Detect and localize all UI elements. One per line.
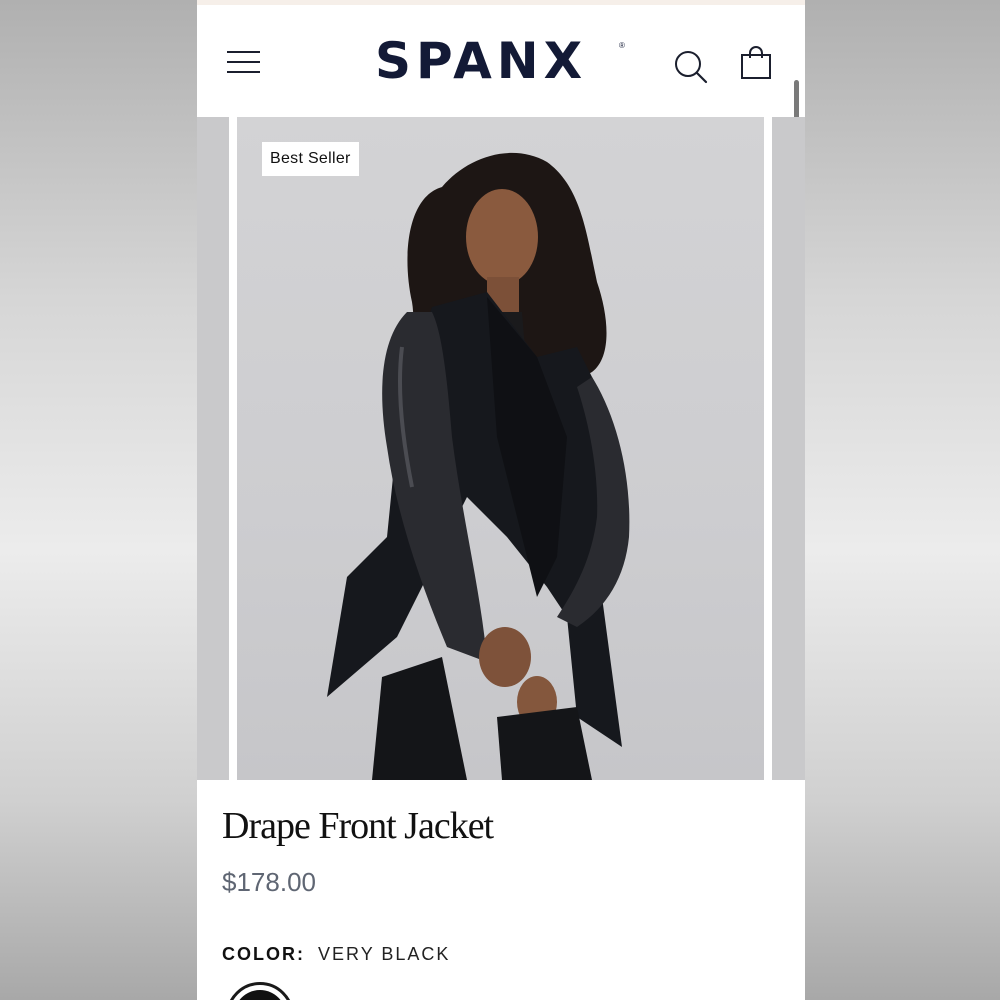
color-selection-label: COLOR: VERY BLACK [222, 942, 450, 966]
background-right-blur [805, 0, 1000, 1000]
registered-mark: ® [619, 41, 625, 50]
next-slide-peek[interactable] [772, 117, 805, 780]
product-title: Drape Front Jacket [222, 805, 494, 847]
product-image-carousel[interactable]: Best Seller [197, 117, 805, 780]
brand-logo[interactable]: SPANX [375, 31, 587, 91]
color-label: COLOR: [222, 944, 305, 964]
model-photo [327, 152, 630, 780]
product-price: $178.00 [222, 867, 316, 897]
search-icon[interactable] [673, 49, 709, 85]
hamburger-menu-icon[interactable] [227, 49, 261, 75]
mobile-product-page: SPANX ® Best Seller Drape Front Jacket $… [197, 0, 805, 1000]
site-header: SPANX ® [197, 5, 805, 117]
product-image[interactable]: Best Seller [237, 117, 764, 780]
product-info: Drape Front Jacket $178.00 COLOR: VERY B… [197, 780, 805, 1000]
swatch-fill [234, 990, 286, 1000]
shopping-bag-icon[interactable] [740, 45, 772, 81]
best-seller-badge: Best Seller [262, 142, 359, 176]
color-value: VERY BLACK [318, 944, 451, 964]
background-left-blur [0, 0, 197, 1000]
color-swatch-very-black[interactable] [226, 982, 294, 1000]
previous-slide-peek[interactable] [197, 117, 229, 780]
